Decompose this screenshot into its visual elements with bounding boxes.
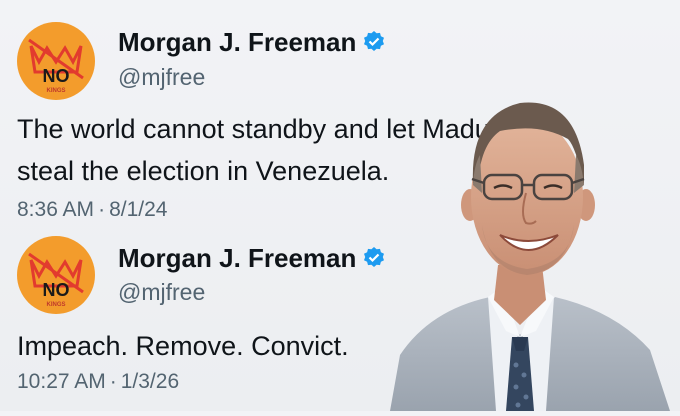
- tweet-date[interactable]: 1/3/26: [121, 370, 179, 393]
- man-in-suit-photo: [370, 75, 680, 411]
- avatar-main-text: NO: [43, 66, 70, 86]
- display-name[interactable]: Morgan J. Freeman: [118, 27, 386, 61]
- avatar-sub-text: KINGS: [46, 88, 65, 94]
- no-kings-logo-icon: NO KINGS: [28, 38, 84, 94]
- tweet-time[interactable]: 8:36 AM: [17, 198, 94, 221]
- no-kings-logo-icon: NO KINGS: [28, 252, 84, 308]
- handle[interactable]: @mjfree: [118, 279, 205, 306]
- separator-dot: ·: [109, 370, 117, 393]
- avatar-sub-text: KINGS: [46, 302, 65, 308]
- timestamp[interactable]: 10:27 AM · 1/3/26: [17, 370, 179, 394]
- display-name-text[interactable]: Morgan J. Freeman: [118, 243, 356, 273]
- avatar[interactable]: NO KINGS: [17, 22, 95, 100]
- timestamp[interactable]: 8:36 AM · 8/1/24: [17, 198, 167, 222]
- display-name[interactable]: Morgan J. Freeman: [118, 243, 386, 277]
- handle[interactable]: @mjfree: [118, 64, 205, 91]
- avatar[interactable]: NO KINGS: [17, 236, 95, 314]
- tweet-time[interactable]: 10:27 AM: [17, 370, 106, 393]
- tweet-date[interactable]: 8/1/24: [109, 198, 167, 221]
- separator-dot: ·: [98, 198, 106, 221]
- display-name-text[interactable]: Morgan J. Freeman: [118, 27, 356, 57]
- verified-badge-icon: [362, 30, 386, 61]
- avatar-main-text: NO: [43, 280, 70, 300]
